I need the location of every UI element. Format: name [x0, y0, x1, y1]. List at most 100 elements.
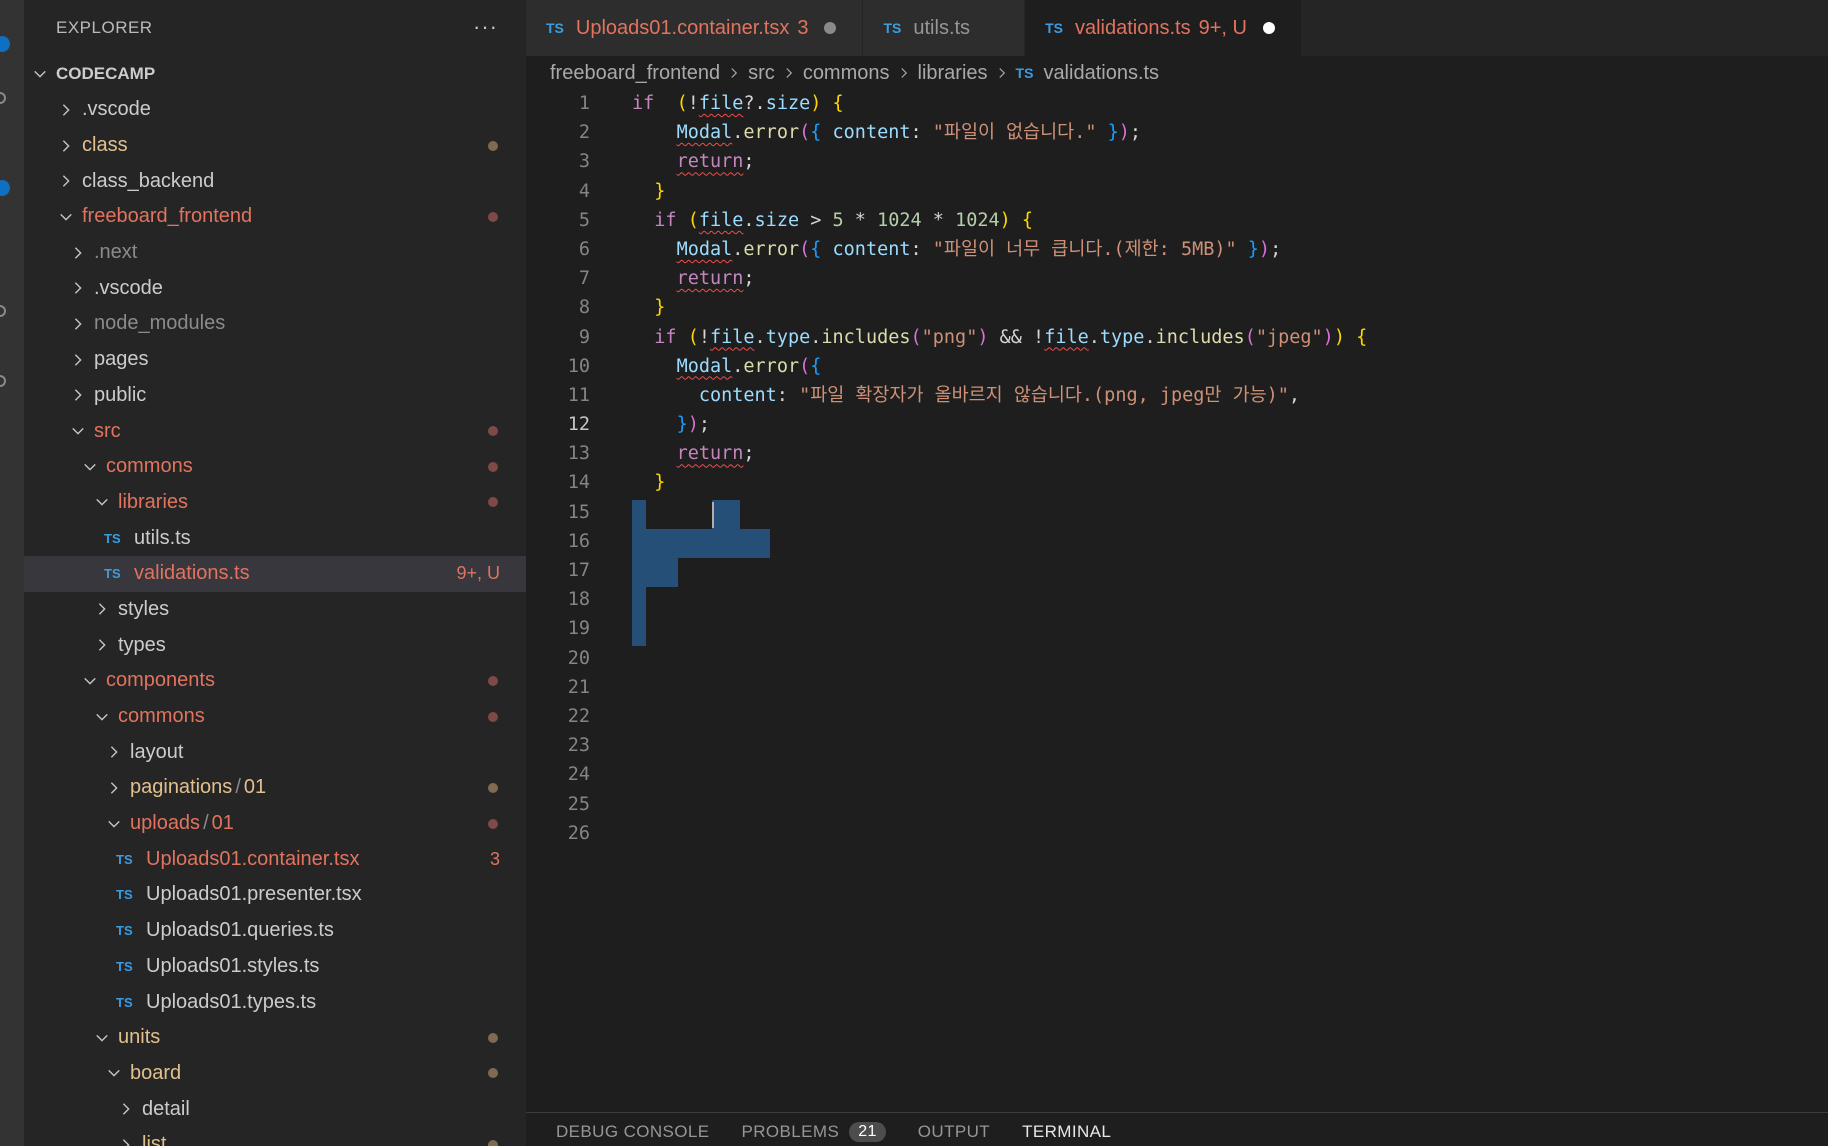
file-item[interactable]: TS validations.ts 9+, U [24, 555, 526, 592]
code-token: ) [999, 209, 1011, 231]
folder-item[interactable]: .vscode [24, 92, 526, 128]
panel-tab-problems[interactable]: PROBLEMS 21 [742, 1118, 886, 1146]
folder-item[interactable]: src [24, 413, 526, 449]
chevron-down-icon[interactable] [56, 207, 76, 227]
code-editor[interactable]: 1 if (!file?.size) {2 Modal.error({ conte… [526, 89, 1828, 848]
line-number: 5 [578, 209, 590, 231]
chevron-right-icon[interactable] [68, 385, 88, 405]
folder-item[interactable]: class_backend [24, 163, 526, 199]
unsaved-dot-icon[interactable] [824, 22, 837, 34]
code-token: "jpeg" [1255, 326, 1323, 348]
chevron-right-icon[interactable] [92, 635, 112, 655]
chevron-right-icon[interactable] [68, 350, 88, 370]
activity-badge[interactable] [0, 36, 10, 52]
folder-item[interactable]: libraries [24, 485, 526, 521]
chevron-down-icon[interactable] [104, 814, 124, 834]
line-number: 23 [567, 735, 590, 757]
breadcrumb: freeboard_frontend src commons libraries TS v… [526, 56, 1828, 90]
editor-tab[interactable]: TS Uploads01.container.tsx 3 [526, 0, 864, 56]
panel-tab-debug-console[interactable]: DEBUG CONSOLE [556, 1118, 710, 1146]
search-icon[interactable] [0, 92, 6, 104]
folder-item[interactable]: board [24, 1056, 526, 1092]
file-item[interactable]: TS utils.ts [24, 520, 526, 556]
folder-item[interactable]: .next [24, 235, 526, 271]
tree-item-label: detail [142, 1097, 190, 1120]
chevron-down-icon[interactable] [68, 421, 88, 441]
tree-item-label: uploads [130, 812, 201, 835]
chevron-right-icon[interactable] [92, 599, 112, 619]
panel-tab-terminal[interactable]: TERMINAL [1022, 1118, 1111, 1146]
folder-item[interactable]: public [24, 378, 526, 414]
folder-item[interactable]: uploads/01 [24, 806, 526, 842]
unsaved-dot-icon[interactable] [1262, 22, 1275, 34]
folder-item[interactable]: units [24, 1020, 526, 1056]
chevron-right-icon[interactable] [104, 742, 124, 762]
chevron-down-icon[interactable] [80, 671, 100, 691]
code-line: 1 if (!file?.size) { [526, 89, 1828, 118]
breadcrumb-item[interactable]: freeboard_frontend [550, 62, 720, 85]
breadcrumb-item[interactable]: libraries [918, 62, 988, 85]
run-debug-icon[interactable] [0, 305, 6, 317]
folder-item[interactable]: freeboard_frontend [24, 199, 526, 235]
folder-item[interactable]: layout [24, 734, 526, 770]
file-item[interactable]: TS Uploads01.types.ts [24, 984, 526, 1020]
chevron-down-icon[interactable] [30, 64, 50, 84]
chevron-right-icon[interactable] [68, 243, 88, 263]
breadcrumb-item[interactable]: src [748, 62, 775, 85]
folder-item[interactable]: pages [24, 342, 526, 378]
line-number: 17 [567, 560, 590, 581]
chevron-right-icon[interactable] [68, 278, 88, 298]
workspace-root[interactable]: CODECAMP [24, 56, 526, 92]
chevron-down-icon[interactable] [104, 1063, 124, 1083]
editor-tab[interactable]: TS utils.ts [863, 0, 1026, 56]
tree-item-label: commons [118, 705, 205, 728]
file-item[interactable]: TS Uploads01.queries.ts [24, 913, 526, 949]
chevron-down-icon[interactable] [92, 707, 112, 727]
explorer-sidebar: EXPLORER ··· CODECAMP .vscode class class_b… [24, 0, 526, 1146]
more-actions-icon[interactable]: ··· [473, 14, 498, 40]
folder-item[interactable]: styles [24, 592, 526, 628]
tab-label: validations.ts [1074, 16, 1191, 39]
folder-item[interactable]: paginations/01 [24, 770, 526, 806]
folder-item[interactable]: commons [24, 699, 526, 735]
folder-item[interactable]: list [24, 1127, 526, 1146]
chevron-right-icon[interactable] [116, 1099, 136, 1119]
folder-item[interactable]: commons [24, 449, 526, 485]
code-token: { [1356, 326, 1368, 348]
file-item[interactable]: TS Uploads01.container.tsx 3 [24, 841, 526, 877]
extensions-icon[interactable] [0, 375, 6, 387]
line-number: 24 [567, 764, 590, 786]
chevron-down-icon[interactable] [92, 1028, 112, 1048]
code-token: ( [687, 326, 699, 348]
chevron-right-icon[interactable] [56, 136, 76, 156]
chevron-right-icon[interactable] [68, 314, 88, 334]
folder-item[interactable]: node_modules [24, 306, 526, 342]
chevron-right-icon[interactable] [56, 100, 76, 120]
folder-item[interactable]: components [24, 663, 526, 699]
chevron-right-icon[interactable] [104, 778, 124, 798]
modified-dot-icon [488, 1032, 498, 1043]
folder-item[interactable]: .vscode [24, 270, 526, 306]
breadcrumb-file[interactable]: validations.ts [1043, 62, 1159, 85]
chevron-down-icon[interactable] [92, 492, 112, 512]
folder-item[interactable]: types [24, 627, 526, 663]
chevron-down-icon[interactable] [80, 457, 100, 477]
panel-tab-output[interactable]: OUTPUT [918, 1118, 990, 1146]
code-token: Modal [676, 355, 733, 377]
chevron-right-icon[interactable] [116, 1135, 136, 1146]
file-item[interactable]: TS Uploads01.styles.ts [24, 949, 526, 985]
line-number: 4 [578, 180, 590, 202]
source-control-badge[interactable] [0, 180, 10, 196]
code-token: } [654, 472, 666, 494]
editor-tab[interactable]: TS validations.ts 9+, U [1025, 0, 1302, 56]
folder-item[interactable]: detail [24, 1091, 526, 1127]
file-item[interactable]: TS Uploads01.presenter.tsx [24, 877, 526, 913]
breadcrumb-item[interactable]: commons [803, 62, 890, 85]
folder-item[interactable]: class [24, 128, 526, 164]
code-token: "파일 확장자가 올바르지 않습니다.(png, jpeg만 가능)" [799, 384, 1289, 406]
code-token: return [676, 443, 744, 465]
chevron-right-icon[interactable] [56, 171, 76, 191]
